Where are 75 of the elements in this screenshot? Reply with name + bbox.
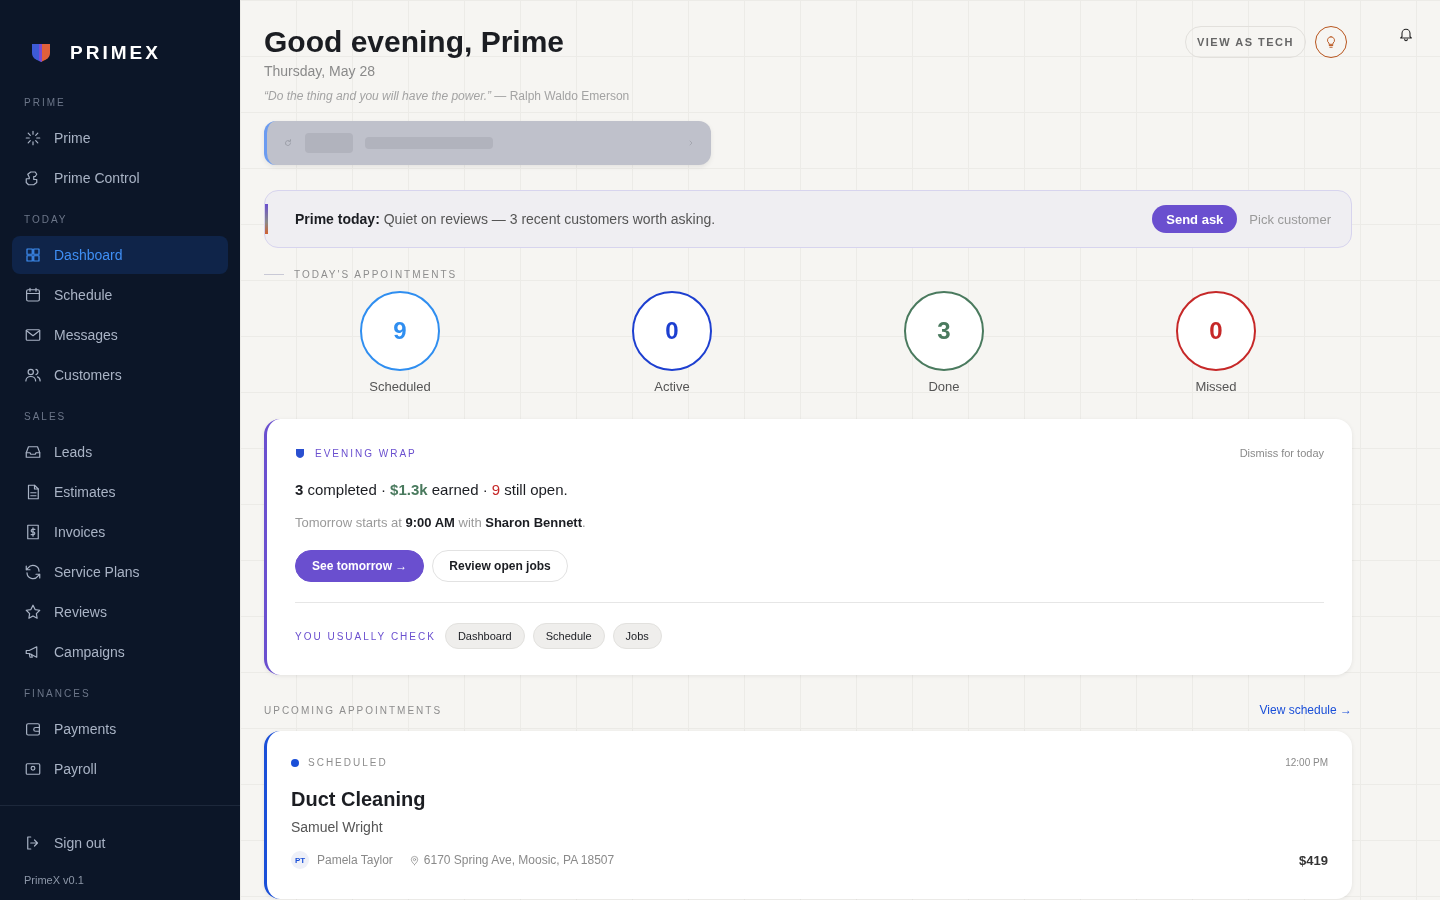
pin-icon — [408, 854, 420, 866]
sidebar-item[interactable]: Payments — [12, 710, 228, 748]
sidebar-item[interactable]: Estimates — [12, 473, 228, 511]
sidebar-item[interactable]: Schedule — [12, 276, 228, 314]
sparkle-icon — [24, 129, 42, 147]
stat-ring: 0 — [632, 291, 712, 371]
people-icon — [24, 366, 42, 384]
section-title: PRIME — [23, 95, 67, 110]
stat-label: Active — [654, 379, 690, 394]
status-label: SCHEDULED — [308, 757, 388, 768]
dismiss-link[interactable]: Dismiss for today — [1239, 447, 1324, 459]
chevron-icon — [687, 139, 695, 147]
stat-label: Done — [928, 379, 960, 394]
section-label: UPCOMING APPOINTMENTS — [264, 704, 443, 716]
sidebar-item[interactable]: Dashboard — [12, 236, 228, 274]
technician-name: Pamela Taylor — [317, 853, 393, 867]
tomorrow-text: Tomorrow starts at 9:00 AM with Sharon Bennett. — [295, 515, 587, 530]
sidebar-item[interactable]: Customers — [12, 356, 228, 394]
sidebar-item[interactable]: Leads — [12, 433, 228, 471]
appointment-time: 12:00 PM — [1285, 757, 1328, 768]
refresh-icon — [283, 138, 293, 148]
id-card-icon — [24, 760, 42, 778]
review-jobs-button[interactable]: Review open jobs — [432, 550, 568, 582]
price-text: $419 — [1299, 852, 1328, 868]
dollar-icon — [24, 523, 42, 541]
sign-out-link[interactable]: Sign out — [12, 824, 228, 862]
prime-today-text: Prime today: Quiet on reviews — 3 recent customers worth asking. — [295, 211, 717, 227]
address-text: 6170 Spring Ave, Moosic, PA 18507 — [423, 853, 615, 867]
card-title: EVENING WRAP — [315, 447, 417, 459]
sidebar-item[interactable]: Invoices — [12, 513, 228, 551]
bell-icon — [1398, 26, 1414, 42]
date-label: Thursday, May 28 — [264, 63, 376, 79]
grid-icon — [24, 246, 42, 264]
shortcut-chip[interactable]: Dashboard — [444, 623, 525, 649]
send-ask-button[interactable]: Send ask — [1152, 205, 1238, 233]
star-icon — [24, 603, 42, 621]
envelope-icon — [24, 326, 42, 344]
service-title: Duct Cleaning — [291, 788, 427, 811]
sidebar-item[interactable]: Payroll — [12, 750, 228, 788]
sidebar-item[interactable]: Campaigns — [12, 633, 228, 671]
appointment-card[interactable]: SCHEDULED 12:00 PM Duct Cleaning Samuel Wright PT Pamela Taylor 6170 Spring Ave, Moosic, PA 18507 $419 — [264, 731, 1352, 899]
accent-bar — [265, 204, 268, 234]
shield-logo-icon — [30, 41, 52, 65]
see-tomorrow-button[interactable]: See tomorrow → — [295, 550, 425, 582]
sidebar-item[interactable]: Messages — [12, 316, 228, 354]
shortcut-chip[interactable]: Jobs — [612, 623, 662, 649]
view-schedule-link[interactable]: View schedule → — [1259, 703, 1352, 717]
stat-label: Missed — [1195, 379, 1237, 394]
shortcut-chip[interactable]: Schedule — [532, 623, 605, 649]
version-label: PrimeX v0.1 — [23, 873, 85, 886]
calendar-icon — [24, 286, 42, 304]
stat-label: Scheduled — [369, 379, 431, 394]
customer-name: Samuel Wright — [291, 819, 384, 835]
summary-text: 3 completed · $1.3k earned · 9 still open. — [295, 481, 569, 498]
sidebar-item[interactable]: Prime — [12, 119, 228, 157]
inbox-icon — [24, 443, 42, 461]
section-title: FINANCES — [23, 686, 92, 701]
brand-name: PRIMEX — [70, 42, 161, 64]
avatar: PT — [291, 851, 309, 869]
stat-ring: 0 — [1176, 291, 1256, 371]
stat-ring: 3 — [904, 291, 984, 371]
sidebar-item[interactable]: Prime Control — [12, 159, 228, 197]
section-label: TODAY'S APPOINTMENTS — [294, 269, 458, 280]
sidebar-item[interactable]: Reviews — [12, 593, 228, 631]
stat-ring: 9 — [360, 291, 440, 371]
shield-icon — [295, 447, 305, 459]
section-title: TODAY — [23, 212, 69, 227]
wallet-icon — [24, 720, 42, 738]
lightbulb-icon — [1324, 35, 1338, 49]
sidebar-item[interactable]: Service Plans — [12, 553, 228, 591]
shortcuts-label: YOU USUALLY CHECK — [295, 630, 436, 642]
quote-text: “Do the thing and you will have the power.” — Ralph Waldo Emerson — [264, 89, 630, 103]
refresh-icon — [24, 563, 42, 581]
section-title: SALES — [23, 409, 68, 424]
page-title: Good evening, Prime — [264, 24, 566, 60]
